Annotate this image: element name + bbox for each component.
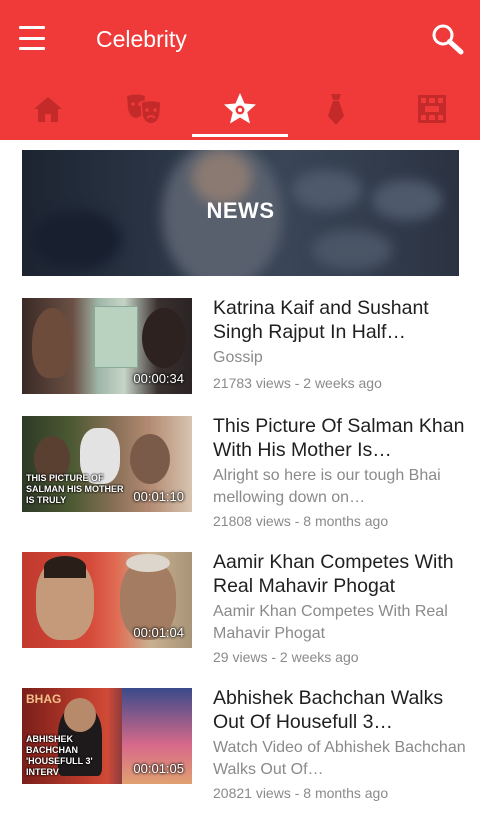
video-thumbnail: 00:00:34 (22, 298, 192, 394)
video-thumbnail: THIS PICTURE OF SALMAN HIS MOTHER IS TRU… (22, 416, 192, 512)
video-title: Aamir Khan Competes With Real Mahavir Ph… (213, 551, 454, 597)
video-title: Abhishek Bachchan Walks Out Of Housefull… (213, 687, 444, 733)
news-banner[interactable]: NEWS (22, 150, 459, 276)
tab-home[interactable] (0, 78, 96, 140)
tab-celebrity[interactable] (192, 78, 288, 140)
video-description: Aamir Khan Competes With Real Mahavir Ph… (213, 603, 448, 642)
video-meta: 20821 views - 8 months ago (213, 785, 389, 801)
search-icon[interactable] (430, 22, 466, 56)
video-duration: 00:01:05 (133, 761, 184, 776)
app-bar: Celebrity (0, 0, 480, 140)
video-meta: 29 views - 2 weeks ago (213, 649, 359, 665)
video-title: Katrina Kaif and Sushant Singh Rajput In… (213, 297, 429, 343)
video-description: Gossip (213, 349, 263, 366)
video-title: This Picture Of Salman Khan With His Mot… (213, 415, 465, 461)
video-duration: 00:00:34 (133, 371, 184, 386)
selected-tab-indicator (192, 134, 288, 137)
tie-icon (328, 94, 344, 125)
thumbnail-caption: THIS PICTURE OF SALMAN HIS MOTHER IS TRU… (26, 473, 124, 505)
video-meta: 21808 views - 8 months ago (213, 513, 389, 529)
video-list-item[interactable]: THIS PICTURE OF SALMAN HIS MOTHER IS TRU… (0, 414, 480, 534)
video-description: Alright so here is our tough Bhai mellow… (213, 467, 441, 506)
toolbar: Celebrity (0, 0, 480, 78)
video-list-item[interactable]: 00:00:34 Katrina Kaif and Sushant Singh … (0, 296, 480, 416)
video-list-item[interactable]: BHAG ABHISHEK BACHCHAN 'HOUSEFULL 3' INT… (0, 686, 480, 806)
hamburger-menu-icon[interactable] (16, 24, 48, 52)
video-list-item[interactable]: 00:01:04 Aamir Khan Competes With Real M… (0, 550, 480, 670)
video-thumbnail: BHAG ABHISHEK BACHCHAN 'HOUSEFULL 3' INT… (22, 688, 192, 784)
theater-masks-icon (127, 94, 162, 125)
home-icon (34, 97, 62, 122)
tab-entertainment[interactable] (96, 78, 192, 140)
video-duration: 00:01:04 (133, 625, 184, 640)
video-thumbnail: 00:01:04 (22, 552, 192, 648)
tab-fashion[interactable] (288, 78, 384, 140)
banner-label: NEWS (206, 198, 275, 223)
page-title: Celebrity (96, 26, 187, 52)
film-reel-icon (418, 95, 446, 123)
video-description: Watch Video of Abhishek Bachchan Walks O… (213, 739, 466, 778)
video-duration: 00:01:10 (133, 489, 184, 504)
thumbnail-caption: ABHISHEK BACHCHAN 'HOUSEFULL 3' INTERV (26, 734, 93, 777)
category-tabs (0, 78, 480, 140)
tab-movies[interactable] (384, 78, 480, 140)
video-meta: 21783 views - 2 weeks ago (213, 375, 382, 391)
star-badge-icon (224, 93, 256, 124)
